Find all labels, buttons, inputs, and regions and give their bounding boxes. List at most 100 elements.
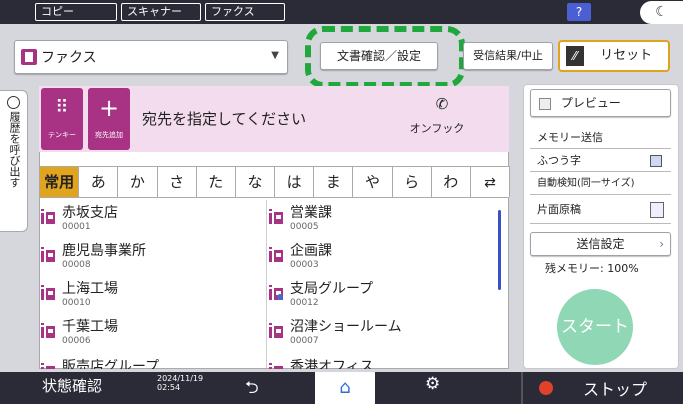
preview-toggle[interactable]: プレビュー <box>530 89 671 117</box>
list-item[interactable]: 上海工場 00010 <box>41 278 261 316</box>
contact-name: 千葉工場 <box>62 319 118 335</box>
add-destination-label: 宛先追加 <box>95 131 123 139</box>
contact-code: 00010 <box>62 298 91 308</box>
switch-icon: ⇄ <box>484 175 496 191</box>
resolution-option[interactable]: ふつう字 <box>530 150 671 172</box>
back-arrow-icon: ⮌ <box>245 378 259 398</box>
tab-a[interactable]: あ <box>78 166 119 197</box>
home-icon: ⌂ <box>339 377 351 398</box>
plus-icon: + <box>98 94 120 122</box>
home-button[interactable]: ⌂ <box>315 372 375 404</box>
index-tabs: 常用 あ か さ た な は ま や ら わ ⇄ <box>39 166 511 198</box>
phone-icon: ✆ <box>435 95 449 113</box>
fax-app-icon <box>21 49 37 65</box>
reset-icon: ⁄⁄ <box>566 45 584 66</box>
fax-contact-icon <box>41 245 55 262</box>
history-tab[interactable]: 履歴を呼び出す <box>0 90 28 232</box>
tab-ya[interactable]: や <box>352 166 393 197</box>
function-selector[interactable]: ファクス ▼ <box>14 40 288 74</box>
start-button[interactable]: スタート <box>557 289 633 365</box>
list-item[interactable]: 香港オフィス <box>269 356 489 369</box>
tab-sa[interactable]: さ <box>156 166 197 197</box>
onhook-label: オンフック <box>409 122 465 135</box>
resolution-label: ふつう字 <box>537 154 581 167</box>
list-item[interactable]: 鹿児島事業所 00008 <box>41 240 261 278</box>
tab-ka[interactable]: か <box>117 166 158 197</box>
contact-list: 赤坂支店 00001 営業課 00005 鹿児島事業所 00008 企画課 00… <box>41 199 497 369</box>
tab-ra[interactable]: ら <box>391 166 432 197</box>
auto-detect-option[interactable]: 自動検知(同一サイズ) <box>530 173 671 195</box>
function-label: ファクス <box>41 50 97 66</box>
tab-frequent[interactable]: 常用 <box>39 166 80 197</box>
fax-contact-icon <box>41 283 55 300</box>
receive-result-button[interactable]: 受信結果/中止 <box>463 42 553 70</box>
send-settings-button[interactable]: 送信設定 › <box>530 232 671 256</box>
history-label: 履歴を呼び出す <box>8 111 21 188</box>
tab-switch[interactable]: ⇄ <box>469 166 511 197</box>
contact-code: 00012 <box>290 298 319 308</box>
memory-remaining: 残メモリー: 100% <box>545 262 639 275</box>
moon-icon: ☾ <box>655 4 668 20</box>
list-item[interactable]: 企画課 00003 <box>269 240 489 278</box>
fax-contact-icon <box>41 321 55 338</box>
original-side-label: 片面原稿 <box>537 203 581 216</box>
clock-icon <box>7 96 20 109</box>
reset-button[interactable]: ⁄⁄ リセット <box>558 40 670 72</box>
tab-wa[interactable]: わ <box>430 166 471 197</box>
list-item[interactable]: 沼津ショールーム 00007 <box>269 316 489 354</box>
contact-name: 上海工場 <box>62 281 118 297</box>
keypad-icon: ⠿ <box>55 97 69 118</box>
night-mode-button[interactable]: ☾ <box>640 1 683 24</box>
time-text: 02:54 <box>157 383 181 392</box>
list-item[interactable]: 赤坂支店 00001 <box>41 202 261 240</box>
contact-code: 00001 <box>62 222 91 232</box>
tab-ma[interactable]: ま <box>313 166 354 197</box>
contact-name: 企画課 <box>290 243 332 259</box>
chevron-right-icon: › <box>659 237 664 251</box>
onhook-button[interactable]: ✆ オンフック <box>402 94 472 144</box>
contact-code: 00006 <box>62 336 91 346</box>
tenkey-label: テンキー <box>48 131 76 139</box>
send-settings-label: 送信設定 <box>576 237 625 251</box>
status-check-button[interactable]: 状態確認 <box>42 375 102 396</box>
list-item[interactable]: 支局グループ 00012 <box>269 278 489 316</box>
help-button[interactable]: ? <box>567 3 591 21</box>
tab-ta[interactable]: た <box>195 166 236 197</box>
highlight-frame <box>305 26 465 88</box>
list-item[interactable]: 営業課 00005 <box>269 202 489 240</box>
fax-contact-icon <box>269 321 283 338</box>
tab-ha[interactable]: は <box>274 166 315 197</box>
tab-na[interactable]: な <box>234 166 276 197</box>
contact-name: 赤坂支店 <box>62 205 118 221</box>
tab-fax[interactable]: ファクス <box>205 3 285 21</box>
datetime: 2024/11/19 02:54 <box>157 374 203 392</box>
destination-prompt: 宛先を指定してください <box>142 110 307 128</box>
tenkey-button[interactable]: ⠿ テンキー <box>41 88 83 150</box>
contact-name: 鹿児島事業所 <box>62 243 146 259</box>
list-item[interactable]: 販売店グループ <box>41 356 261 369</box>
contact-name: 営業課 <box>290 205 332 221</box>
contact-name: 沼津ショールーム <box>290 319 402 335</box>
list-item[interactable]: 千葉工場 00006 <box>41 316 261 354</box>
date-text: 2024/11/19 <box>157 374 204 383</box>
gear-icon: ⚙ <box>425 374 441 394</box>
checkbox-icon <box>539 97 551 110</box>
settings-button[interactable]: ⚙ <box>425 374 440 394</box>
reset-label: リセット <box>600 48 653 63</box>
preview-label: プレビュー <box>560 96 621 110</box>
resolution-icon <box>650 155 662 167</box>
memory-send-option[interactable]: メモリー送信 <box>530 127 671 149</box>
stop-icon <box>539 381 553 395</box>
fax-contact-icon <box>269 361 283 369</box>
add-destination-button[interactable]: + 宛先追加 <box>88 88 130 150</box>
contact-name: 販売店グループ <box>62 359 160 369</box>
contact-name: 香港オフィス <box>290 359 374 369</box>
original-side-option[interactable]: 片面原稿 <box>530 196 671 224</box>
contact-name: 支局グループ <box>290 281 374 297</box>
tab-copy[interactable]: コピー <box>35 3 117 21</box>
tab-scanner[interactable]: スキャナー <box>121 3 201 21</box>
back-button[interactable]: ⮌ <box>245 375 259 404</box>
scrollbar[interactable] <box>498 210 501 290</box>
contact-code: 00003 <box>290 260 319 270</box>
stop-button[interactable]: ストップ <box>521 372 683 404</box>
